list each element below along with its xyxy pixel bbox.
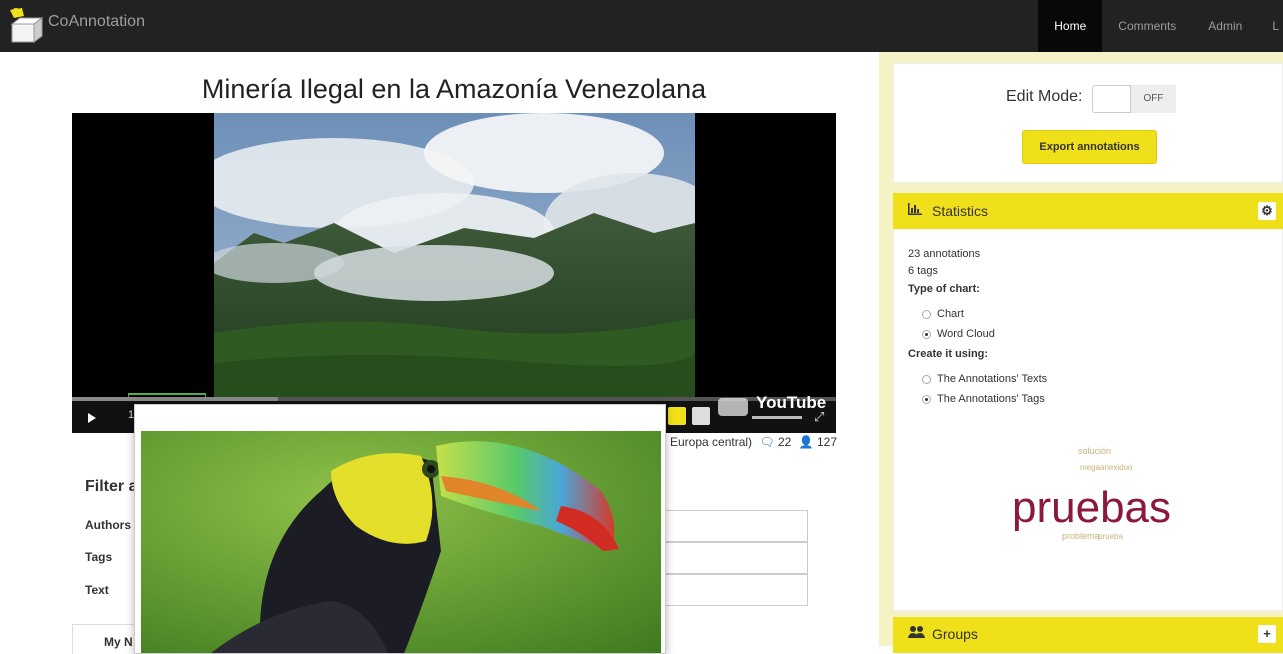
nav-comments[interactable]: Comments bbox=[1102, 0, 1192, 52]
play-icon[interactable] bbox=[88, 413, 96, 423]
radio-word-cloud[interactable]: Word Cloud bbox=[922, 328, 995, 340]
comment-count: 22 bbox=[777, 435, 792, 449]
word-cloud-word[interactable]: problema bbox=[1062, 531, 1100, 541]
tag-count: 6 tags bbox=[908, 265, 938, 277]
bar-chart-icon bbox=[908, 203, 922, 218]
chart-type-label: Type of chart: bbox=[908, 283, 980, 295]
video-player[interactable]: 1 YouTube ⤢ bbox=[72, 113, 836, 433]
video-meta-location: Europa central) bbox=[670, 435, 753, 449]
radio-annotation-tags[interactable]: The Annotations' Tags bbox=[922, 393, 1045, 405]
radio-word-cloud-label: Word Cloud bbox=[937, 328, 995, 340]
main-nav: Home Comments Admin L bbox=[1038, 0, 1283, 52]
fullscreen-icon[interactable]: ⤢ bbox=[814, 409, 824, 425]
toucan-image bbox=[141, 431, 661, 653]
word-cloud-word[interactable]: megaanexidoo bbox=[1080, 463, 1132, 472]
comments-icon: 🗨 bbox=[759, 435, 775, 449]
video-meta: Europa central) 🗨 22 👤 127 bbox=[670, 435, 837, 449]
brand[interactable]: CoAnnotation bbox=[6, 6, 145, 46]
word-cloud-word[interactable]: pruebas bbox=[1012, 483, 1171, 533]
video-frame bbox=[214, 113, 695, 401]
annotate-icon[interactable] bbox=[668, 407, 686, 425]
tags-label: Tags bbox=[85, 550, 113, 564]
radio-annotation-tags-label: The Annotations' Tags bbox=[937, 393, 1045, 405]
nav-admin[interactable]: Admin bbox=[1192, 0, 1258, 52]
edit-panel bbox=[893, 63, 1283, 183]
export-annotations-button[interactable]: Export annotations bbox=[1022, 130, 1157, 164]
radio-annotation-texts[interactable]: The Annotations' Texts bbox=[922, 373, 1047, 385]
top-navbar: CoAnnotation Home Comments Admin L bbox=[0, 0, 1283, 52]
radio-word-cloud-input[interactable] bbox=[922, 329, 931, 339]
radio-annotation-texts-input[interactable] bbox=[922, 374, 931, 384]
youtube-play-badge bbox=[718, 398, 748, 416]
text-label: Text bbox=[85, 583, 109, 597]
radio-chart-label: Chart bbox=[937, 308, 964, 320]
plus-icon[interactable]: + bbox=[1258, 625, 1276, 643]
edit-mode-label: Edit Mode: bbox=[1006, 88, 1083, 105]
annotation-count: 23 annotations bbox=[908, 248, 981, 260]
radio-chart[interactable]: Chart bbox=[922, 308, 964, 320]
radio-annotation-texts-label: The Annotations' Texts bbox=[937, 373, 1048, 385]
volume-slider[interactable] bbox=[752, 416, 802, 419]
stats-icon[interactable] bbox=[692, 407, 710, 425]
gear-icon[interactable]: ⚙ bbox=[1258, 202, 1276, 220]
annotation-image-popup[interactable]: ✕ bbox=[134, 404, 666, 654]
user-count: 127 bbox=[816, 435, 837, 449]
authors-label: Authors bbox=[85, 518, 131, 532]
user-icon: 👤 bbox=[798, 435, 814, 449]
page-title: Minería Ilegal en la Amazonía Venezolana bbox=[201, 74, 707, 104]
radio-chart-input[interactable] bbox=[922, 309, 931, 319]
nav-logout[interactable]: L bbox=[1258, 0, 1283, 52]
statistics-title: Statistics bbox=[932, 203, 989, 219]
radio-annotation-tags-input[interactable] bbox=[922, 394, 931, 404]
groups-title: Groups bbox=[932, 626, 978, 642]
filter-title: Filter a bbox=[85, 478, 138, 495]
app-name: CoAnnotation bbox=[48, 13, 145, 30]
nav-home[interactable]: Home bbox=[1038, 0, 1103, 52]
app-logo-icon bbox=[6, 6, 44, 46]
tab-my-annotations-label: My N bbox=[104, 635, 133, 649]
word-cloud-word[interactable]: prueba bbox=[1098, 532, 1123, 541]
users-icon bbox=[908, 625, 926, 642]
create-using-label: Create it using: bbox=[908, 348, 989, 360]
annotation-range-marker[interactable] bbox=[128, 393, 206, 397]
edit-mode-toggle-off[interactable]: OFF bbox=[1130, 85, 1176, 113]
word-cloud-word[interactable]: solución bbox=[1078, 446, 1111, 456]
